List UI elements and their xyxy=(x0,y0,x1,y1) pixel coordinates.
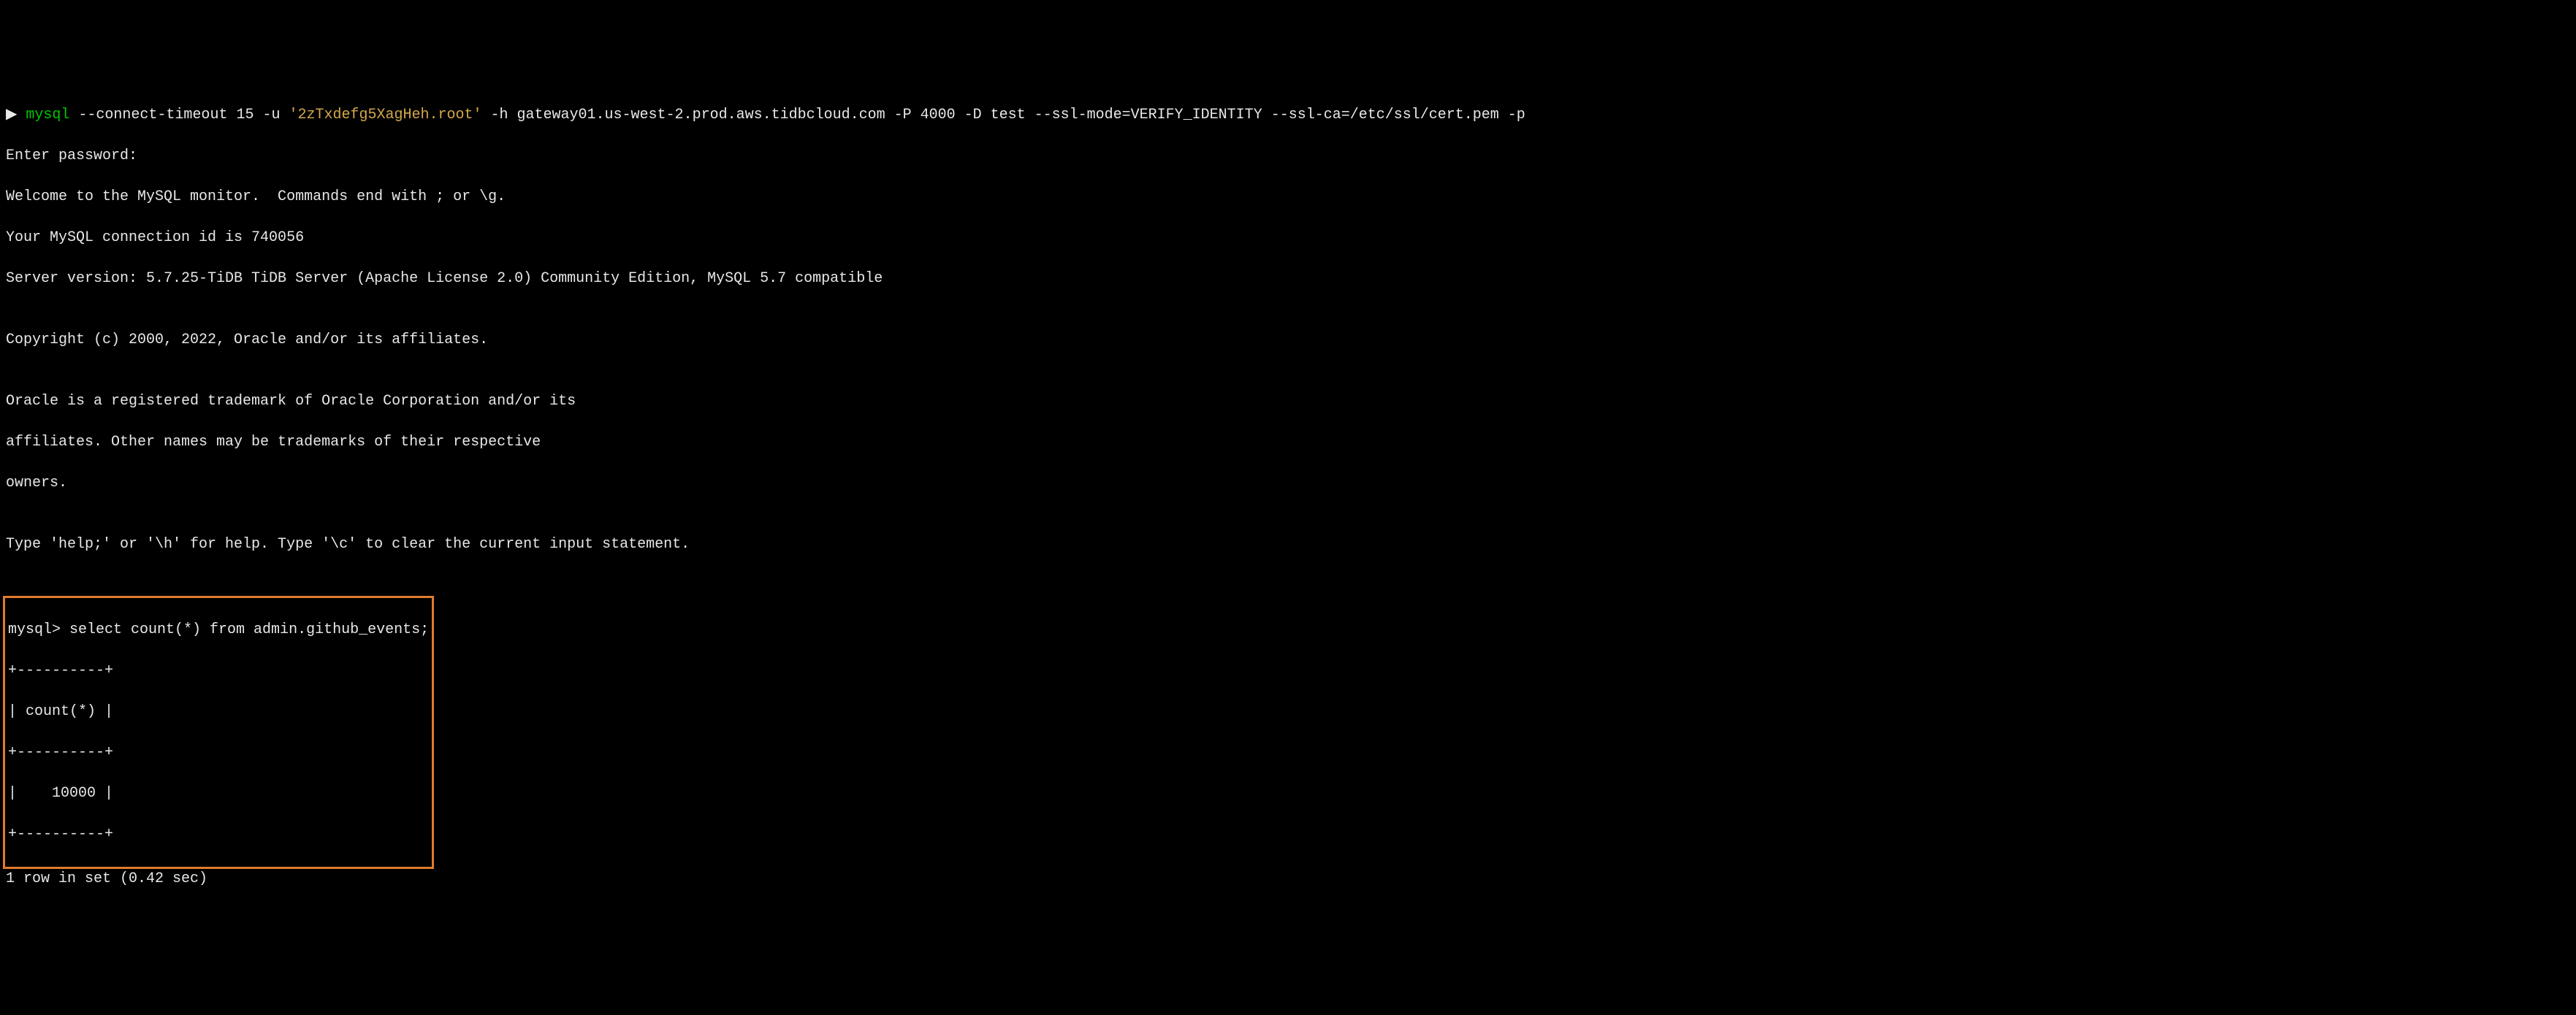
query-result-highlight: mysql> select count(*) from admin.github… xyxy=(3,596,434,869)
mysql-user-arg: '2zTxdefg5XagHeh.root' xyxy=(289,107,481,123)
table-header: | count(*) | xyxy=(8,702,429,722)
welcome-line: Welcome to the MySQL monitor. Commands e… xyxy=(6,187,2570,207)
help-line: Type 'help;' or '\h' for help. Type '\c'… xyxy=(6,535,2570,555)
enter-password-line: Enter password: xyxy=(6,146,2570,166)
table-value-row: | 10000 | xyxy=(8,784,429,804)
args-before-user: --connect-timeout 15 -u xyxy=(69,107,289,123)
trademark-line-3: owners. xyxy=(6,473,2570,494)
trademark-line-2: affiliates. Other names may be trademark… xyxy=(6,432,2570,453)
command-line[interactable]: ▶ mysql --connect-timeout 15 -u '2zTxdef… xyxy=(6,105,2570,126)
prompt-arrow: ▶ xyxy=(6,107,26,123)
table-separator: +----------+ xyxy=(8,824,429,845)
rows-in-set-line: 1 row in set (0.42 sec) xyxy=(6,869,2570,889)
copyright-line: Copyright (c) 2000, 2022, Oracle and/or … xyxy=(6,330,2570,351)
trademark-line-1: Oracle is a registered trademark of Orac… xyxy=(6,391,2570,412)
terminal-output: ▶ mysql --connect-timeout 15 -u '2zTxdef… xyxy=(6,85,2570,910)
connection-id-line: Your MySQL connection id is 740056 xyxy=(6,228,2570,248)
mysql-command: mysql xyxy=(26,107,69,123)
args-after-user: -h gateway01.us-west-2.prod.aws.tidbclou… xyxy=(482,107,1525,123)
table-separator: +----------+ xyxy=(8,661,429,681)
table-separator: +----------+ xyxy=(8,743,429,763)
sql-query-line: mysql> select count(*) from admin.github… xyxy=(8,620,429,640)
server-version-line: Server version: 5.7.25-TiDB TiDB Server … xyxy=(6,269,2570,289)
